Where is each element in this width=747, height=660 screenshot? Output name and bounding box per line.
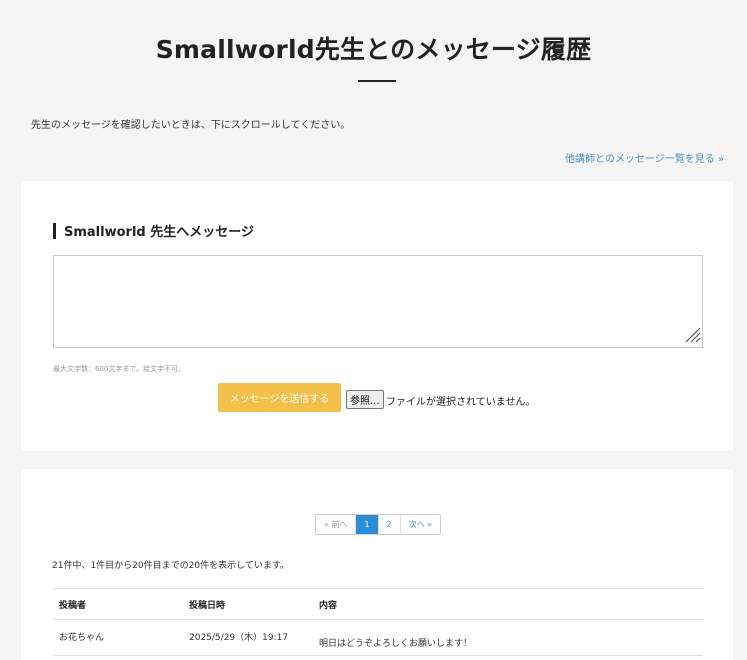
pagination-next[interactable]: 次へ » — [400, 515, 441, 534]
compose-heading: Smallworld 先生へメッセージ — [53, 221, 254, 240]
message-textarea[interactable] — [53, 255, 703, 348]
compose-card: Smallworld 先生へメッセージ 最大文字数：600文字まで。絵文字不可。… — [21, 181, 733, 451]
column-header-author: 投稿者 — [53, 588, 183, 620]
pagination-page-1[interactable]: 1 — [356, 515, 379, 534]
other-teachers-link[interactable]: 他講師とのメッセージ一覧を見る » — [565, 150, 724, 165]
compose-heading-text: Smallworld 先生へメッセージ — [64, 225, 254, 240]
pagination-prev[interactable]: « 前へ — [316, 515, 357, 534]
table-row: お花ちゃん 2025/5/29（木）19:17 明日はどうぞよろしくお願いします… — [53, 619, 703, 656]
column-header-content: 内容 — [313, 588, 703, 620]
file-browse-button[interactable]: 参照... — [346, 390, 384, 409]
pagination-page-2[interactable]: 2 — [378, 515, 401, 534]
resize-grip-icon[interactable] — [683, 325, 701, 343]
character-limit-hint: 最大文字数：600文字まで。絵文字不可。 — [53, 365, 186, 373]
pagination: « 前へ 1 2 次へ » — [315, 514, 442, 535]
title-underline — [358, 80, 396, 82]
result-summary: 21件中、1件目から20件目までの20件を表示しています。 — [52, 561, 289, 571]
history-card: « 前へ 1 2 次へ » 21件中、1件目から20件目までの20件を表示してい… — [21, 469, 733, 660]
row-content: 明日はどうぞよろしくお願いします！ — [313, 619, 703, 656]
send-message-button[interactable]: メッセージを送信する — [218, 383, 341, 412]
row-datetime: 2025/5/29（木）19:17 — [183, 619, 313, 656]
intro-text: 先生のメッセージを確認したいときは、下にスクロールしてください。 — [31, 120, 351, 131]
page-title: Smallworld先生とのメッセージ履歴 — [155, 35, 592, 64]
table-header-row: 投稿者 投稿日時 内容 — [53, 588, 703, 620]
file-status-text: ファイルが選択されていません。 — [386, 397, 536, 408]
row-author: お花ちゃん — [53, 619, 183, 656]
heading-accent-bar — [53, 222, 56, 239]
column-header-datetime: 投稿日時 — [183, 588, 313, 620]
message-history-table: 投稿者 投稿日時 内容 お花ちゃん 2025/5/29（木）19:17 明日はど… — [53, 588, 703, 656]
